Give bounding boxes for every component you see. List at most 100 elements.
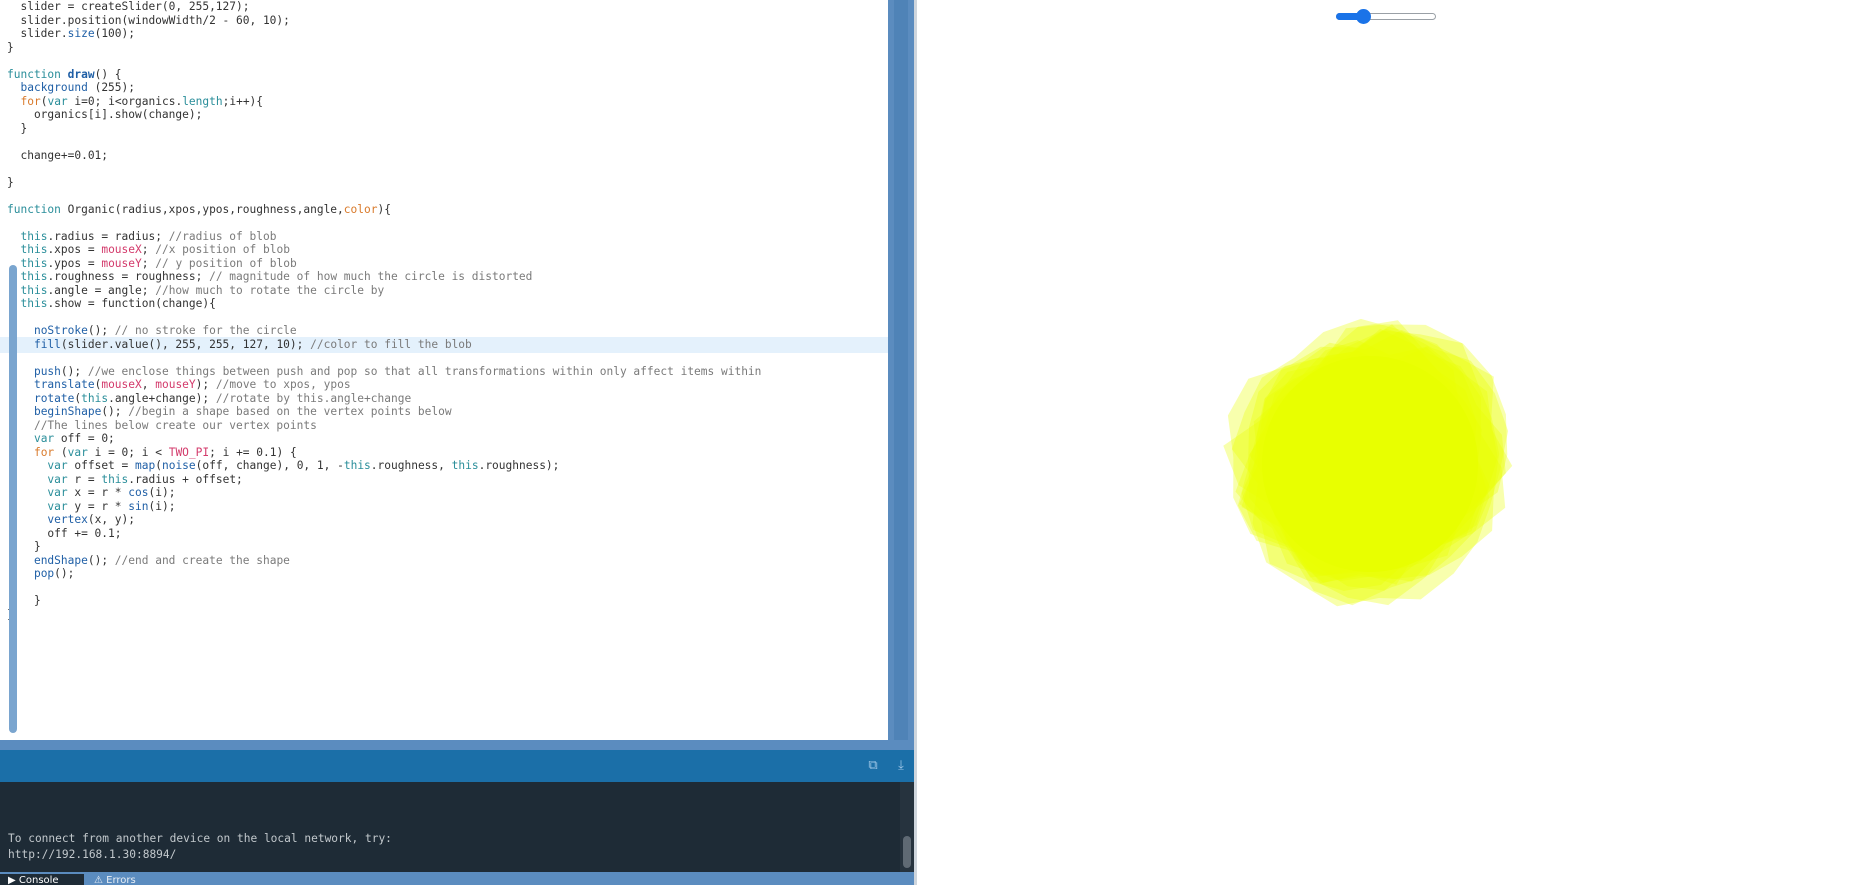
code-token: noise	[161, 459, 196, 472]
code-token: mouseX	[101, 243, 142, 256]
code-token: Organic(radius,xpos,ypos,roughness,angle…	[67, 202, 344, 216]
console-scrollbar-thumb[interactable]	[903, 836, 911, 868]
code-token: organics[i].show(change);	[7, 108, 203, 121]
code-token: ();	[54, 567, 75, 580]
console-line[interactable]: http://192.168.1.30:8894/	[8, 848, 176, 861]
code-token: // no stroke for the circle	[114, 324, 297, 337]
code-token: cos	[128, 486, 149, 499]
tab-errors[interactable]: ⚠ Errors	[92, 874, 136, 885]
code-token: .angle+change);	[108, 391, 216, 405]
warning-icon: ⚠	[94, 875, 103, 885]
code-token: .angle = angle;	[47, 283, 156, 297]
code-token: // y position of blob	[155, 256, 297, 270]
code-token: var	[47, 459, 68, 472]
code-token: i=0; i<organics.	[67, 94, 183, 108]
app-window: slider = createSlider(0, 255,127); slide…	[0, 0, 1852, 885]
code-token: ();	[60, 364, 88, 378]
code-token: ();	[87, 553, 115, 567]
copy-icon[interactable]: ⧉	[865, 758, 881, 774]
code-token: //end and create the shape	[114, 553, 290, 567]
code-token: ();	[101, 405, 129, 418]
code-token: this	[101, 472, 129, 486]
code-token: (	[155, 459, 162, 472]
code-token: var	[47, 486, 68, 499]
code-token: this	[81, 391, 109, 405]
code-token: (x, y);	[87, 513, 135, 526]
code-token: () {	[94, 67, 122, 81]
code-token: x = r *	[67, 486, 129, 499]
code-token: //move to xpos, ypos	[215, 378, 351, 391]
code-token: fill	[33, 337, 61, 351]
code-token: map	[135, 459, 156, 472]
editor-bottom-strip	[0, 740, 914, 750]
console-header: ⧉ ⤓	[0, 750, 914, 782]
code-token: var	[47, 472, 68, 486]
code-token: (slider.value(), 255, 255, 127, 10);	[60, 337, 311, 351]
console-line: To connect from another device on the lo…	[8, 832, 392, 845]
tab-errors-label: Errors	[106, 875, 136, 885]
code-token: function	[7, 67, 68, 81]
code-token: ;i++){	[222, 94, 264, 108]
code-token: .xpos =	[47, 243, 102, 256]
code-token: this	[20, 243, 48, 256]
code-token: endShape	[33, 553, 88, 567]
code-token: slider.position(windowWidth/2 - 60, 10);	[7, 13, 290, 27]
code-token: beginShape	[33, 405, 102, 418]
code-token: .ypos =	[47, 256, 102, 270]
code-token: //we enclose things between push and pop…	[87, 364, 762, 378]
code-token: .radius = radius;	[47, 229, 169, 243]
editor-scrollbar-track[interactable]	[888, 0, 914, 740]
tab-console-label: Console	[18, 875, 59, 885]
code-token: color	[343, 202, 378, 216]
code-token: (	[54, 445, 68, 459]
code-token: //The lines below create our vertex poin…	[33, 418, 317, 432]
code-token: for	[33, 445, 55, 459]
code-token: }	[7, 121, 28, 135]
editor-scrollbar-thumb[interactable]	[9, 265, 17, 733]
code-token: ; i += 0.1) {	[209, 445, 297, 459]
code-token: ;	[141, 256, 156, 270]
code-token: }	[7, 175, 14, 189]
organic-blob	[1223, 318, 1513, 607]
code-token: noStroke	[33, 324, 88, 337]
code-token: var	[47, 499, 68, 513]
code-token: .show = function(change){	[47, 297, 216, 310]
code-token: draw	[67, 67, 95, 81]
slider-thumb[interactable]	[1356, 9, 1371, 24]
blob-core	[1262, 356, 1478, 572]
code-token: //x position of blob	[155, 243, 290, 256]
code-token: push	[33, 364, 61, 378]
code-token: this	[20, 283, 48, 297]
code-line[interactable]: }	[0, 607, 888, 623]
code-token: this	[20, 229, 48, 243]
code-editor[interactable]: slider = createSlider(0, 255,127); slide…	[0, 0, 888, 740]
code-token: this	[343, 459, 371, 472]
code-token: .radius + offset;	[128, 472, 243, 486]
code-token: for	[20, 94, 41, 108]
code-token: (100);	[94, 27, 135, 40]
editor-scrollbar-gutter	[894, 0, 908, 740]
code-token: var	[47, 94, 68, 108]
code-token: size	[67, 27, 95, 40]
code-token: (off, change), 0, 1, -	[195, 459, 344, 472]
tab-console[interactable]: ▶ Console	[0, 874, 84, 885]
code-token: //color to fill the blob	[310, 337, 472, 351]
code-token: //radius of blob	[168, 229, 277, 243]
code-token: y = r *	[67, 499, 129, 513]
code-token: this	[20, 270, 48, 283]
code-token: this	[20, 297, 48, 310]
code-token: rotate	[33, 391, 75, 405]
code-token: this	[451, 459, 479, 472]
code-token: change+=0.01;	[7, 148, 109, 162]
code-token: (i);	[148, 486, 176, 499]
code-token: translate	[33, 378, 95, 391]
code-token: i = 0; i <	[87, 445, 169, 459]
color-slider[interactable]	[1336, 8, 1436, 24]
code-token: //begin a shape based on the vertex poin…	[128, 405, 452, 418]
code-token: function	[7, 202, 68, 216]
collapse-icon[interactable]: ⤓	[893, 758, 909, 774]
console-tab-bar: ▶ Console ⚠ Errors	[0, 872, 914, 885]
code-token: }	[7, 40, 14, 54]
